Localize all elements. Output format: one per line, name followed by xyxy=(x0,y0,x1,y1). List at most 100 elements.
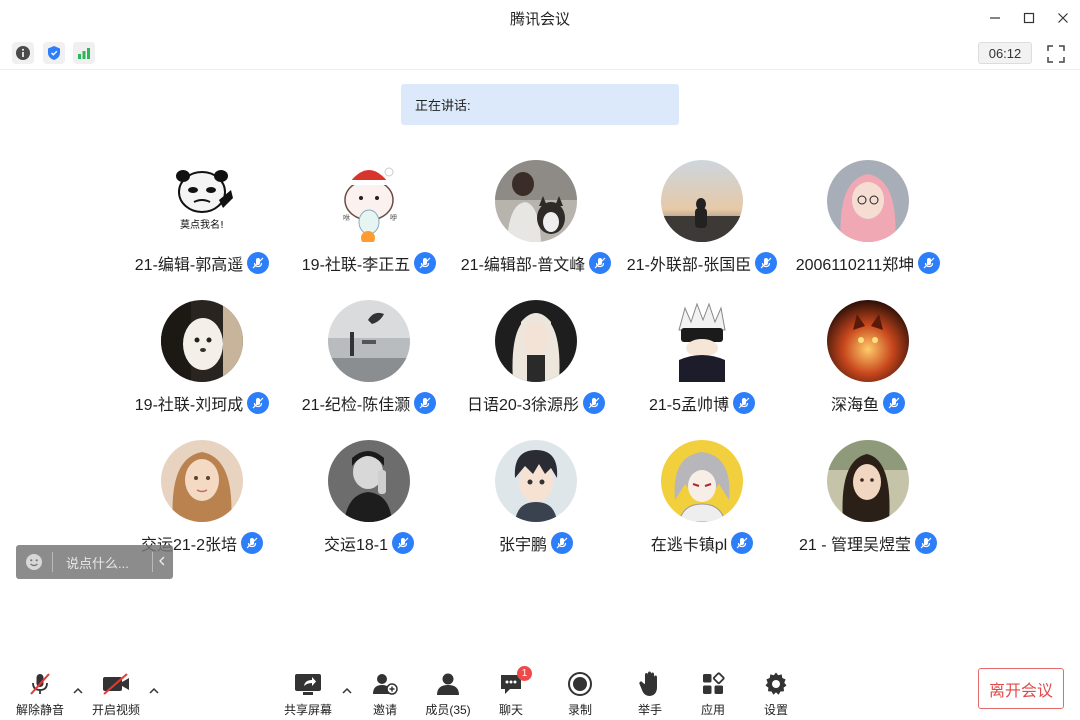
participant-tile[interactable]: 交运18-1 xyxy=(279,440,459,560)
speaking-banner: 正在讲话: xyxy=(401,84,679,125)
avatar xyxy=(495,300,577,382)
video-options-button[interactable] xyxy=(148,684,160,696)
mic-icon xyxy=(915,532,938,554)
start-video-button[interactable]: 开启视频 xyxy=(81,670,151,718)
close-icon xyxy=(1058,13,1068,23)
mic-icon xyxy=(918,252,941,274)
share-screen-icon xyxy=(295,674,321,695)
participant-tile[interactable]: 21-5孟帅博 xyxy=(612,300,792,420)
participant-tile[interactable]: 19-社联-刘珂成 xyxy=(112,300,292,420)
members-icon xyxy=(437,673,459,695)
signal-icon xyxy=(78,48,90,59)
emoji-button[interactable] xyxy=(16,553,52,571)
muted-mic-icon xyxy=(30,673,50,695)
avatar: 莫点我名! xyxy=(161,160,243,242)
mic-icon xyxy=(392,532,415,554)
maximize-icon xyxy=(1023,12,1035,24)
video-off-icon xyxy=(103,673,129,695)
chat-placeholder[interactable]: 说点什么... xyxy=(66,553,152,572)
chat-label: 聊天 xyxy=(498,703,523,717)
invite-button[interactable]: 邀请 xyxy=(350,670,420,718)
mic-icon xyxy=(589,252,612,274)
meeting-info-button[interactable] xyxy=(12,42,34,64)
participant-tile[interactable]: 日语20-3徐源彤 xyxy=(446,300,626,420)
mic-icon xyxy=(733,392,756,414)
speaking-label: 正在讲话: xyxy=(415,98,471,113)
avatar xyxy=(328,440,410,522)
apps-icon xyxy=(703,672,725,694)
settings-label: 设置 xyxy=(763,703,788,717)
participant-name: 19-社联-李正五 xyxy=(301,257,411,274)
svg-text:咿: 咿 xyxy=(390,213,397,222)
add-person-icon xyxy=(373,674,398,695)
minimize-icon xyxy=(990,17,1000,19)
collapse-chat-button[interactable] xyxy=(153,554,173,571)
avatar xyxy=(161,440,243,522)
network-status-button[interactable] xyxy=(73,42,95,64)
share-screen-button[interactable]: 共享屏幕 xyxy=(273,670,343,718)
participant-name: 21-5孟帅博 xyxy=(648,397,730,414)
share-screen-label: 共享屏幕 xyxy=(283,703,332,717)
participant-tile[interactable]: 在逃卡镇pl xyxy=(612,440,792,560)
maximize-button[interactable] xyxy=(1012,0,1046,36)
participant-tile[interactable]: 21-纪检-陈佳灏 xyxy=(279,300,459,420)
participant-tile[interactable]: 2006110211郑坤 xyxy=(778,160,958,280)
mic-icon xyxy=(247,252,270,274)
participant-tile[interactable]: 深海鱼 xyxy=(778,300,958,420)
emoji-icon xyxy=(26,554,42,570)
unmute-button[interactable]: 解除静音 xyxy=(5,670,75,718)
mic-icon xyxy=(247,392,270,414)
apps-button[interactable]: 应用 xyxy=(678,670,748,718)
title-bar: 腾讯会议 xyxy=(0,0,1080,36)
record-icon xyxy=(568,672,592,696)
gear-icon xyxy=(765,672,787,695)
raise-hand-button[interactable]: 举手 xyxy=(615,670,685,718)
record-button[interactable]: 录制 xyxy=(545,670,615,718)
chat-unread-badge: 1 xyxy=(517,666,532,681)
chevron-left-icon xyxy=(159,556,165,565)
avatar xyxy=(661,300,743,382)
minimize-button[interactable] xyxy=(978,0,1012,36)
chat-input-bar[interactable]: 说点什么... xyxy=(16,545,173,579)
fullscreen-button[interactable] xyxy=(1046,44,1066,64)
participant-name: 21 - 管理吴煜莹 xyxy=(798,537,912,554)
close-button[interactable] xyxy=(1046,0,1080,36)
info-icon xyxy=(16,46,30,60)
invite-label: 邀请 xyxy=(372,703,397,717)
mic-icon xyxy=(551,532,573,554)
meeting-timer: 06:12 xyxy=(978,42,1032,64)
participant-name: 日语20-3徐源彤 xyxy=(466,397,580,414)
raise-hand-label: 举手 xyxy=(637,703,662,717)
participant-tile[interactable]: 21-编辑部-普文峰 xyxy=(446,160,626,280)
members-button[interactable]: 成员(35) xyxy=(413,670,483,718)
svg-text:咻: 咻 xyxy=(343,213,350,222)
participant-tile[interactable]: 张宇鹏 xyxy=(446,440,626,560)
participant-name: 21-外联部-张国臣 xyxy=(626,257,752,274)
participant-name: 深海鱼 xyxy=(830,397,879,414)
participant-name: 21-纪检-陈佳灏 xyxy=(301,397,411,414)
mic-icon xyxy=(755,252,778,274)
bottom-toolbar: 解除静音 开启视频 共享屏幕 邀请 成员(35) 1 聊天 录制 举手 应用 设… xyxy=(0,660,1080,720)
shield-icon xyxy=(48,46,60,60)
avatar xyxy=(328,300,410,382)
settings-button[interactable]: 设置 xyxy=(741,670,811,718)
fullscreen-icon xyxy=(1047,45,1065,63)
avatar xyxy=(827,160,909,242)
window-controls xyxy=(978,0,1080,36)
avatar xyxy=(161,300,243,382)
leave-meeting-button[interactable]: 离开会议 xyxy=(978,668,1064,709)
participant-tile[interactable]: 21-外联部-张国臣 xyxy=(612,160,792,280)
participant-tile[interactable]: 21 - 管理吴煜莹 xyxy=(778,440,958,560)
avatar xyxy=(495,160,577,242)
participant-tile[interactable]: 交运21-2张培 xyxy=(112,440,292,560)
avatar xyxy=(661,440,743,522)
start-video-label: 开启视频 xyxy=(91,703,140,717)
security-button[interactable] xyxy=(43,42,65,64)
chat-button[interactable]: 1 聊天 xyxy=(476,666,546,718)
members-label: 成员(35) xyxy=(425,703,471,717)
divider xyxy=(52,552,53,572)
avatar xyxy=(661,160,743,242)
participant-tile[interactable]: 莫点我名! 21-编辑-郭高遥 xyxy=(112,160,292,280)
participant-tile[interactable]: 咻 咿 19-社联-李正五 xyxy=(279,160,459,280)
participant-name: 在逃卡镇pl xyxy=(650,537,728,554)
